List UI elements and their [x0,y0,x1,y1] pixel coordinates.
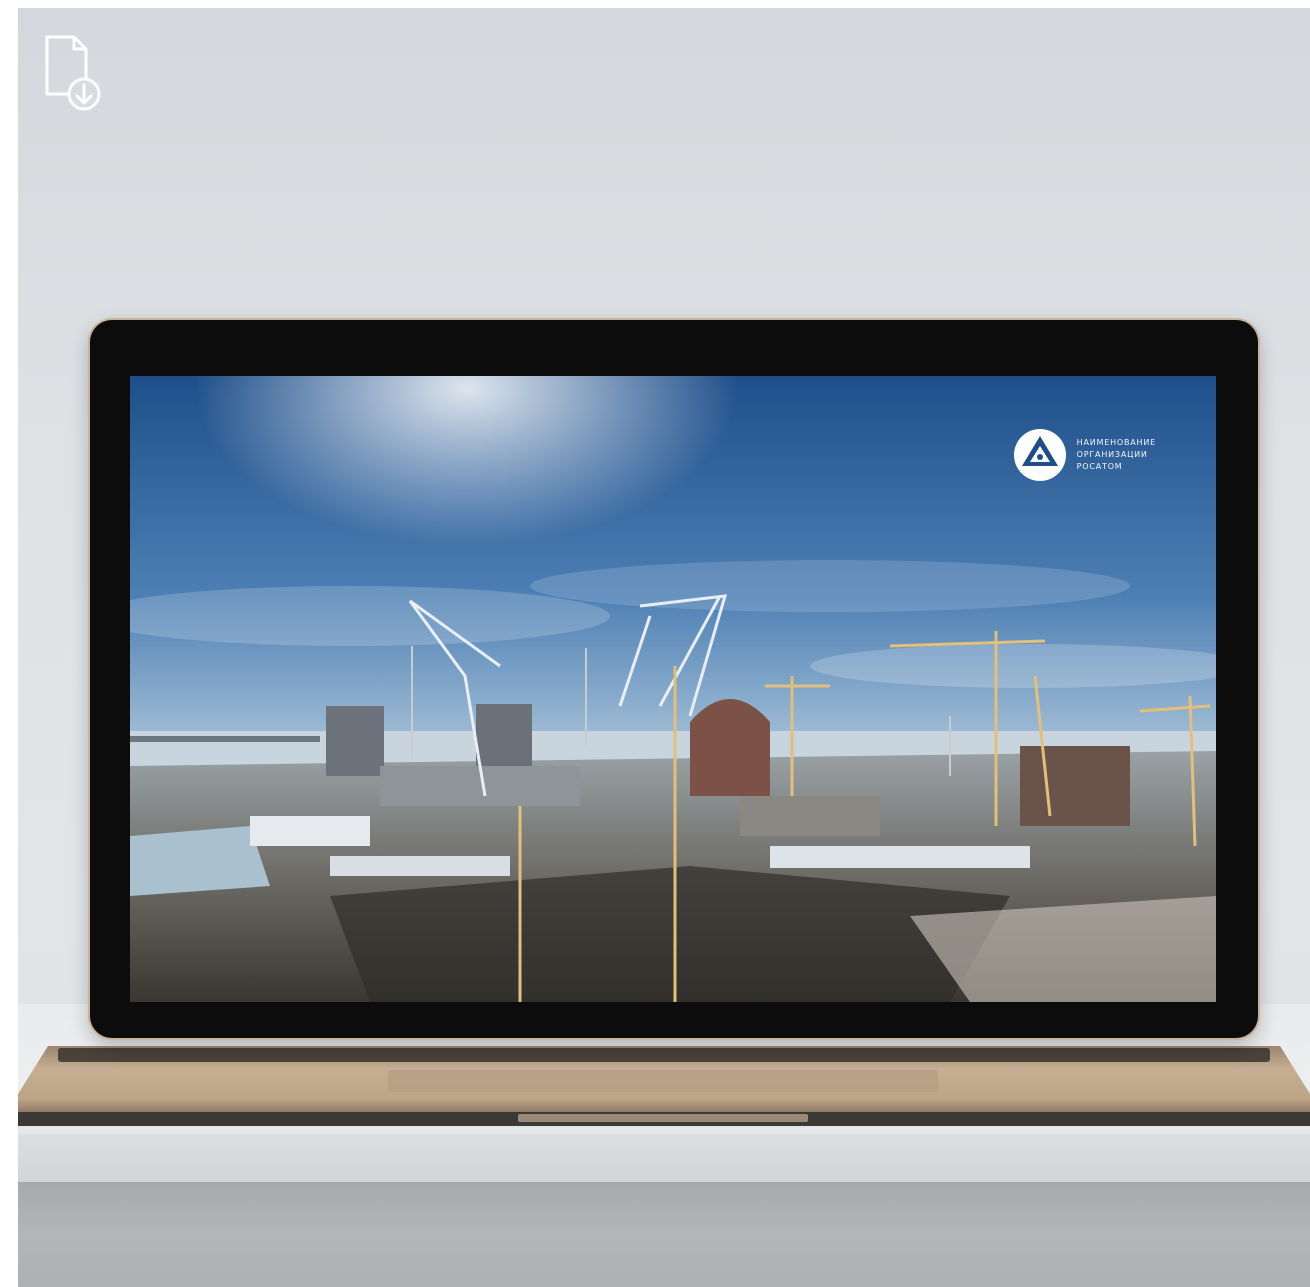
laptop-lid: НАИМЕНОВАНИЕ ОРГАНИЗАЦИИ РОСАТОМ [90,320,1258,1038]
shelf-front [18,1182,1310,1287]
logo-line-2: ОРГАНИЗАЦИИ [1076,450,1148,459]
organization-logo: НАИМЕНОВАНИЕ ОРГАНИЗАЦИИ РОСАТОМ [1013,428,1156,482]
logo-text: НАИМЕНОВАНИЕ ОРГАНИЗАЦИИ РОСАТОМ [1077,438,1156,472]
laptop-base [18,1046,1310,1126]
shelf-edge [18,1134,1310,1182]
photo-frame: НАИМЕНОВАНИЕ ОРГАНИЗАЦИИ РОСАТОМ [18,8,1310,1287]
logo-line-1: НАИМЕНОВАНИЕ [1076,438,1156,447]
file-download-icon[interactable] [44,34,108,114]
logo-line-3: РОСАТОМ [1076,462,1123,471]
rosatom-logo-icon [1013,429,1066,481]
laptop-screen: НАИМЕНОВАНИЕ ОРГАНИЗАЦИИ РОСАТОМ [130,376,1216,1002]
